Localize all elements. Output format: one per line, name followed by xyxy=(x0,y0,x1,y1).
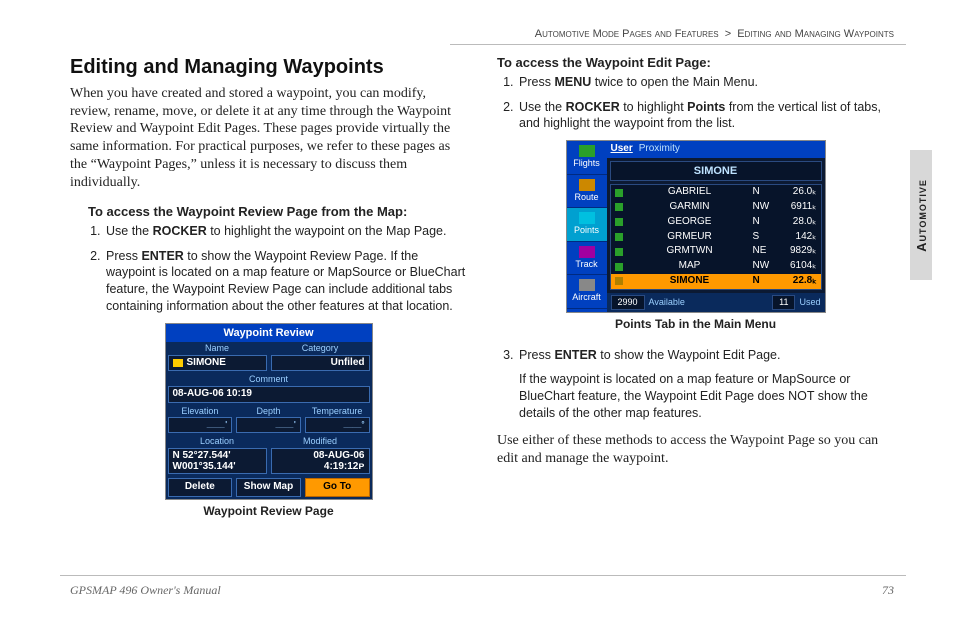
delete-button[interactable]: Delete xyxy=(168,478,233,497)
step-1: Use the ROCKER to highlight the waypoint… xyxy=(104,223,467,240)
points-tab-figure: FlightsRoutePointsTrackAircraft User Pro… xyxy=(566,140,826,313)
show-map-button[interactable]: Show Map xyxy=(236,478,301,497)
used-count: 11 xyxy=(772,295,795,311)
waypoint-review-figure: Waypoint Review Name SIMONE Category Unf… xyxy=(165,323,373,500)
waypoint-icon xyxy=(615,189,623,197)
list-item[interactable]: MAPNW6104ₖ xyxy=(611,259,821,274)
right-column: To access the Waypoint Edit Page: Press … xyxy=(497,55,894,558)
waypoint-icon xyxy=(615,263,623,271)
fig-caption-points: Points Tab in the Main Menu xyxy=(497,317,894,332)
name-field[interactable]: SIMONE xyxy=(610,161,822,181)
list-item[interactable]: GABRIELN26.0ₖ xyxy=(611,185,821,200)
waypoint-icon xyxy=(615,248,623,256)
section-title: Editing and Managing Waypoints xyxy=(70,55,467,81)
available-count: 2990 xyxy=(611,295,645,311)
section-side-tab: Automotive xyxy=(910,150,932,280)
step-1: Press MENU twice to open the Main Menu. xyxy=(517,74,894,91)
left-column: Editing and Managing Waypoints When you … xyxy=(70,55,467,558)
step-2: Press ENTER to show the Waypoint Review … xyxy=(104,248,467,316)
waypoint-icon xyxy=(615,233,623,241)
list-item[interactable]: GRMTWNNE9829ₖ xyxy=(611,244,821,259)
list-item[interactable]: SIMONEN22.8ₖ xyxy=(611,274,821,289)
side-tab-track[interactable]: Track xyxy=(567,242,607,276)
tab-proximity[interactable]: Proximity xyxy=(639,143,680,156)
side-tab-aircraft[interactable]: Aircraft xyxy=(567,275,607,309)
breadcrumb: Automotive Mode Pages and Features > Edi… xyxy=(535,28,894,40)
closing-paragraph: Use either of these methods to access th… xyxy=(497,432,894,468)
intro-paragraph: When you have created and stored a waypo… xyxy=(70,85,467,192)
step-3: Press ENTER to show the Waypoint Edit Pa… xyxy=(517,347,894,423)
side-tab-route[interactable]: Route xyxy=(567,175,607,209)
tab-user[interactable]: User xyxy=(611,143,633,156)
waypoint-icon xyxy=(615,203,623,211)
step-2: Use the ROCKER to highlight Points from … xyxy=(517,99,894,133)
side-tab-flights[interactable]: Flights xyxy=(567,141,607,175)
steps-review: Use the ROCKER to highlight the waypoint… xyxy=(84,223,467,315)
breadcrumb-a: Automotive Mode Pages and Features xyxy=(535,28,719,40)
flag-icon xyxy=(173,359,183,367)
fig-caption-review: Waypoint Review Page xyxy=(70,504,467,519)
tab-icon xyxy=(579,145,595,157)
breadcrumb-b: Editing and Managing Waypoints xyxy=(737,28,894,40)
tab-icon xyxy=(579,279,595,291)
list-item[interactable]: GEORGEN28.0ₖ xyxy=(611,215,821,230)
subheading-edit: To access the Waypoint Edit Page: xyxy=(497,55,894,72)
tab-icon xyxy=(579,212,595,224)
side-tab-points[interactable]: Points xyxy=(567,208,607,242)
tab-icon xyxy=(579,246,595,258)
subheading-review: To access the Waypoint Review Page from … xyxy=(88,204,467,221)
tab-icon xyxy=(579,179,595,191)
list-item[interactable]: GRMEURS142ₖ xyxy=(611,230,821,245)
waypoint-icon xyxy=(615,277,623,285)
fig-title: Waypoint Review xyxy=(166,324,372,342)
list-item[interactable]: GARMINNW6911ₖ xyxy=(611,200,821,215)
page-number: 73 xyxy=(882,583,894,598)
goto-button[interactable]: Go To xyxy=(305,478,370,497)
steps-edit: Press MENU twice to open the Main Menu. … xyxy=(497,74,894,133)
waypoint-icon xyxy=(615,218,623,226)
footer-manual-name: GPSMAP 496 Owner's Manual xyxy=(70,583,221,598)
step-3-note: If the waypoint is located on a map feat… xyxy=(519,371,894,422)
